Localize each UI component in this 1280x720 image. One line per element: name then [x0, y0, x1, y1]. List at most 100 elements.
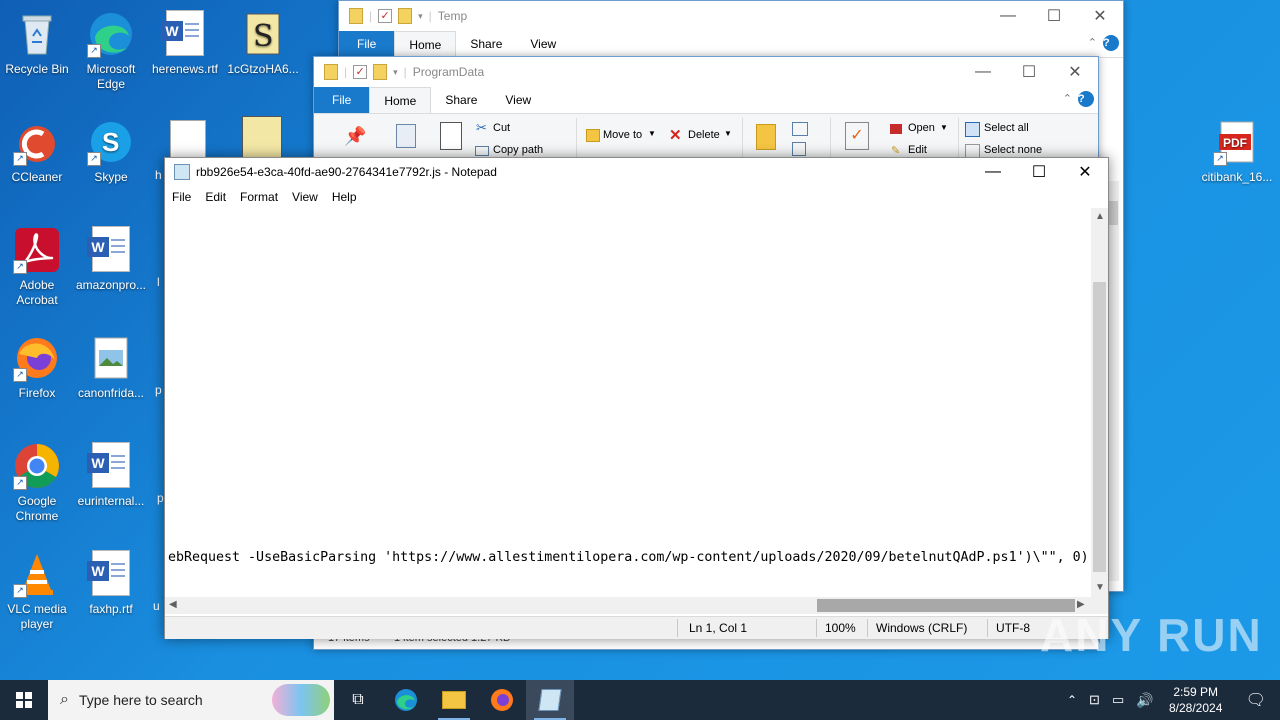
new-item-icon[interactable] — [792, 122, 808, 136]
maximize-button[interactable]: ☐ — [1016, 158, 1062, 186]
tab-home[interactable]: Home — [369, 87, 432, 113]
tab-view[interactable]: View — [516, 31, 570, 57]
desktop-icon-skype[interactable]: S ↗ Skype — [74, 112, 148, 185]
desktop-icon-amazonpro[interactable]: W amazonpro... — [74, 220, 148, 293]
help-icon[interactable]: ? — [1103, 35, 1119, 51]
collapse-ribbon-icon[interactable]: ⌃ — [1063, 92, 1072, 105]
select-none-button[interactable]: Select none — [984, 144, 1042, 156]
desktop-icon-herenews[interactable]: W herenews.rtf — [148, 4, 222, 77]
maximize-button[interactable]: ☐ — [1031, 1, 1077, 31]
properties-icon[interactable]: ✓ — [845, 122, 869, 150]
ethernet-icon[interactable]: ▭ — [1106, 692, 1130, 708]
scroll-left-icon[interactable]: ◀ — [169, 599, 177, 610]
clock[interactable]: 2:59 PM 8/28/2024 — [1160, 684, 1232, 716]
pin-icon[interactable]: 📌 — [344, 126, 366, 147]
desktop-icon-edge[interactable]: ↗ Microsoft Edge — [74, 4, 148, 92]
search-box[interactable]: ⌕ Type here to search — [48, 680, 334, 720]
title-bar[interactable]: | ✓ ▾ | Temp — ☐ ✕ — [339, 1, 1123, 31]
desktop-icon-vlc[interactable]: ↗ VLC media player — [0, 544, 74, 632]
delete-icon[interactable]: ✕ — [669, 126, 682, 144]
taskbar-firefox[interactable] — [478, 680, 526, 720]
partial-icon-script[interactable] — [242, 116, 282, 158]
show-hidden-icons-icon[interactable]: ⌃ — [1061, 693, 1083, 707]
close-button[interactable]: ✕ — [1077, 1, 1123, 31]
close-button[interactable]: ✕ — [1062, 158, 1108, 186]
scroll-up-icon[interactable]: ▲ — [1095, 211, 1105, 222]
cut-button[interactable]: Cut — [493, 122, 510, 134]
desktop-icon-firefox[interactable]: ↗ Firefox — [0, 328, 74, 401]
delete-button[interactable]: Delete — [688, 129, 720, 141]
scroll-down-icon[interactable]: ▼ — [1095, 582, 1105, 593]
tab-share[interactable]: Share — [431, 87, 491, 113]
scroll-thumb[interactable] — [817, 599, 1075, 612]
properties-icon[interactable]: ✓ — [353, 65, 368, 79]
tab-file[interactable]: File — [339, 31, 395, 57]
tab-view[interactable]: View — [491, 87, 545, 113]
desktop-icon-recycle-bin[interactable]: Recycle Bin — [0, 4, 74, 77]
volume-icon[interactable]: 🔊 — [1130, 692, 1159, 709]
taskbar-edge[interactable] — [382, 680, 430, 720]
desktop-icon-chrome[interactable]: ↗ Google Chrome — [0, 436, 74, 524]
tab-share[interactable]: Share — [456, 31, 516, 57]
open-icon[interactable] — [890, 124, 902, 134]
desktop-icon-citibank[interactable]: PDF ↗ citibank_16... — [1200, 112, 1274, 185]
menu-view[interactable]: View — [285, 190, 325, 204]
desktop-icon-faxhp[interactable]: W faxhp.rtf — [74, 544, 148, 617]
notepad-window[interactable]: rbb926e54-e3ca-40fd-ae90-2764341e7792r.j… — [164, 157, 1109, 639]
collapse-ribbon-icon[interactable]: ⌃ — [1088, 36, 1097, 49]
tab-home[interactable]: Home — [394, 31, 457, 57]
taskbar-notepad[interactable] — [526, 680, 574, 720]
copy-icon[interactable] — [396, 124, 416, 148]
network-icon[interactable]: ⊡ — [1083, 692, 1106, 708]
title-bar[interactable]: | ✓ ▾ | ProgramData — ☐ ✕ — [314, 57, 1098, 87]
partial-icon-image[interactable] — [170, 120, 206, 162]
menu-file[interactable]: File — [165, 190, 198, 204]
clock-date: 8/28/2024 — [1168, 701, 1223, 715]
desktop-icon-script[interactable]: S 1cGtzoHA6... — [226, 4, 300, 77]
copy-path-icon[interactable] — [475, 146, 489, 156]
desktop-icon-eurinternal[interactable]: W eurinternal... — [74, 436, 148, 509]
menu-help[interactable]: Help — [325, 190, 364, 204]
shortcut-arrow-icon: ↗ — [13, 260, 27, 274]
desktop-icon-acrobat[interactable]: ↗ Adobe Acrobat — [0, 220, 74, 308]
customize-qat-icon[interactable]: ▾ — [418, 11, 423, 22]
maximize-button[interactable]: ☐ — [1006, 57, 1052, 87]
notifications-icon[interactable]: 🗨 — [1232, 690, 1280, 710]
task-view-button[interactable]: ⧉ — [334, 680, 382, 720]
taskbar-file-explorer[interactable] — [430, 680, 478, 720]
easy-access-icon[interactable] — [792, 142, 806, 156]
tab-file[interactable]: File — [314, 87, 370, 113]
desktop-icon-image-partial[interactable] — [150, 112, 164, 170]
desktop-icon-ccleaner[interactable]: ↗ CCleaner — [0, 112, 74, 185]
new-folder-icon[interactable] — [756, 124, 776, 150]
menu-edit[interactable]: Edit — [198, 190, 233, 204]
horizontal-scrollbar[interactable]: ◀ ▶ — [165, 597, 1091, 614]
help-icon[interactable]: ? — [1078, 91, 1094, 107]
scroll-thumb[interactable] — [1093, 282, 1106, 572]
chevron-down-icon: ▼ — [648, 129, 656, 138]
copy-path-button[interactable]: Copy path — [493, 144, 543, 156]
move-to-button[interactable]: Move to — [603, 129, 642, 141]
cut-icon[interactable]: ✂ — [476, 120, 487, 136]
minimize-button[interactable]: — — [970, 158, 1016, 186]
paste-icon[interactable] — [440, 122, 462, 150]
close-button[interactable]: ✕ — [1052, 57, 1098, 87]
properties-icon[interactable]: ✓ — [378, 9, 393, 23]
minimize-button[interactable]: — — [960, 57, 1006, 87]
vertical-scrollbar[interactable]: ▲ ▼ — [1091, 208, 1108, 597]
customize-qat-icon[interactable]: ▾ — [393, 67, 398, 78]
minimize-button[interactable]: — — [985, 1, 1031, 31]
title-bar[interactable]: rbb926e54-e3ca-40fd-ae90-2764341e7792r.j… — [165, 158, 1108, 186]
open-button[interactable]: Open — [908, 122, 935, 134]
menu-format[interactable]: Format — [233, 190, 285, 204]
start-button[interactable] — [0, 680, 48, 720]
edit-button[interactable]: Edit — [908, 144, 927, 156]
text-editor[interactable]: ebRequest -UseBasicParsing 'https://www.… — [165, 208, 1091, 597]
select-all-button[interactable]: Select all — [984, 122, 1029, 134]
new-folder-icon[interactable] — [373, 64, 388, 80]
new-folder-icon[interactable] — [398, 8, 413, 24]
select-all-icon[interactable] — [965, 122, 980, 137]
desktop-icon-canonfrida[interactable]: canonfrida... — [74, 328, 148, 401]
edit-icon[interactable]: ✎ — [891, 144, 900, 157]
move-to-icon[interactable] — [586, 129, 600, 142]
